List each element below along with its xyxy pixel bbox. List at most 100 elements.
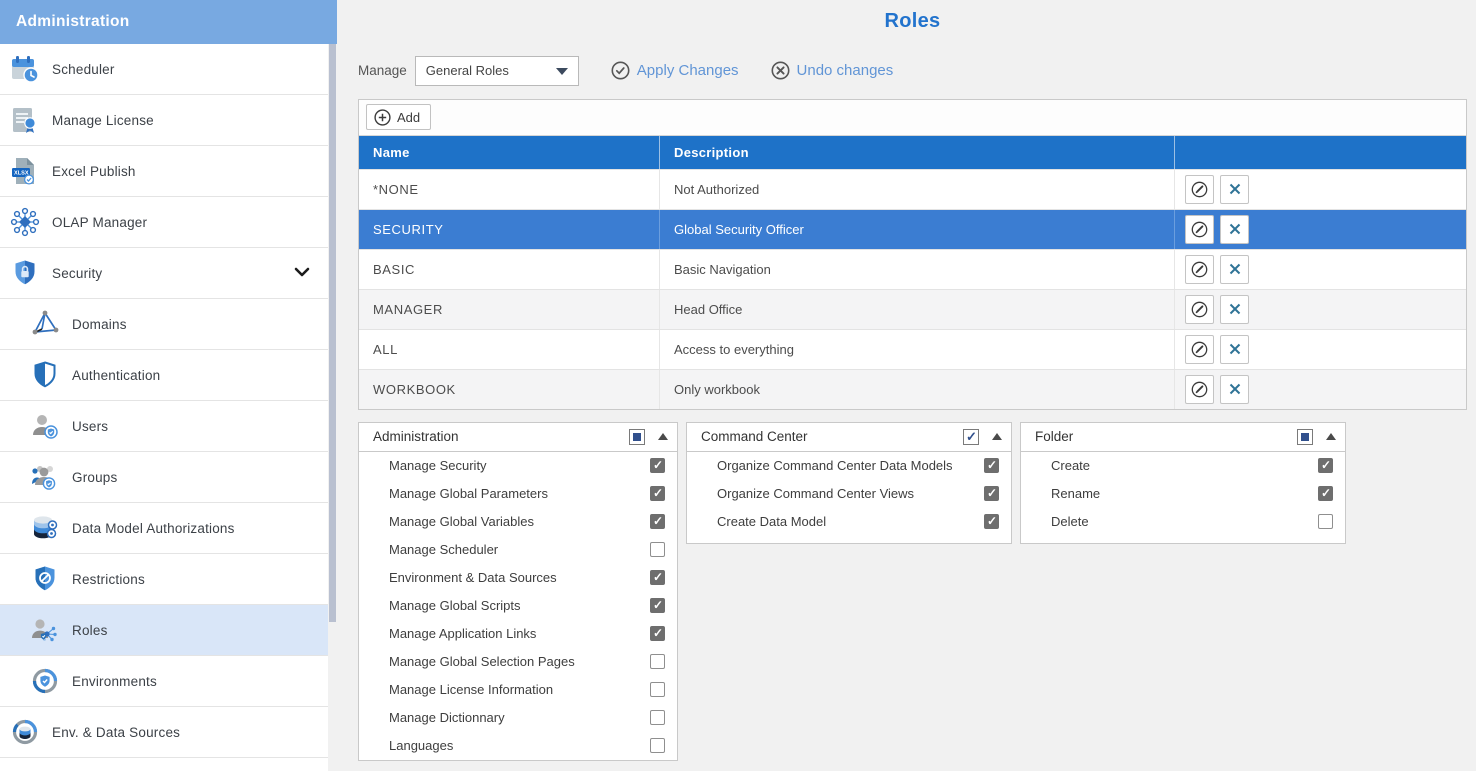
edit-role-button[interactable] [1185,215,1214,244]
checkbox[interactable] [984,514,999,529]
column-header-description[interactable]: Description [659,136,1174,169]
role-name-cell: SECURITY [359,210,659,249]
chevron-down-icon[interactable] [294,264,310,282]
edit-role-button[interactable] [1185,335,1214,364]
sidebar-item-groups[interactable]: Groups [0,452,328,503]
scheduler-icon [10,54,40,84]
sidebar-item-security[interactable]: Security [0,248,328,299]
checkbox[interactable] [1318,458,1333,473]
sidebar-item-users[interactable]: Users [0,401,328,452]
manage-roles-select[interactable]: General Roles [415,56,579,86]
security-shield-icon [10,258,40,288]
delete-role-button[interactable] [1220,215,1249,244]
select-all-checkbox[interactable] [1297,429,1313,445]
role-description-cell: Not Authorized [659,170,1174,209]
checkbox[interactable] [650,542,665,557]
edit-role-button[interactable] [1185,375,1214,404]
x-icon [1228,342,1242,356]
sidebar-item-olap-manager[interactable]: OLAP Manager [0,197,328,248]
checkbox[interactable] [650,514,665,529]
apply-changes-button[interactable]: Apply Changes [611,61,739,80]
undo-changes-label: Undo changes [797,62,894,79]
row-actions [1174,250,1466,289]
edit-role-button[interactable] [1185,255,1214,284]
checkbox[interactable] [650,598,665,613]
select-all-checkbox[interactable] [629,429,645,445]
checkbox[interactable] [650,682,665,697]
pencil-circle-icon [1191,261,1208,278]
sidebar-item-restrictions[interactable]: Restrictions [0,554,328,605]
sidebar-items: Scheduler Manage License XLSX Excel Publ… [0,44,328,771]
sidebar-item-label: Excel Publish [52,164,136,179]
select-all-checkbox[interactable] [963,429,979,445]
delete-role-button[interactable] [1220,335,1249,364]
collapse-icon[interactable] [1326,433,1336,440]
delete-role-button[interactable] [1220,295,1249,324]
add-button[interactable]: Add [366,104,431,130]
checkbox[interactable] [984,458,999,473]
panel-header: Administration [359,423,677,452]
row-actions [1174,290,1466,329]
add-button-label: Add [397,110,420,125]
sidebar-item-domains[interactable]: Domains [0,299,328,350]
edit-role-button[interactable] [1185,295,1214,324]
table-row[interactable]: BASIC Basic Navigation [359,249,1466,289]
checkbox[interactable] [650,486,665,501]
checkbox[interactable] [650,654,665,669]
checkbox[interactable] [650,710,665,725]
checkbox[interactable] [650,738,665,753]
role-name-cell: WORKBOOK [359,370,659,409]
sidebar-item-environments[interactable]: Environments [0,656,328,707]
checkbox[interactable] [1318,486,1333,501]
groups-icon [30,462,60,492]
x-icon [1228,222,1242,236]
main-content: Roles Manage General Roles Apply Changes… [337,0,1476,771]
table-row[interactable]: ALL Access to everything [359,329,1466,369]
undo-changes-button[interactable]: Undo changes [771,61,894,80]
table-row[interactable]: MANAGER Head Office [359,289,1466,329]
edit-role-button[interactable] [1185,175,1214,204]
permission-item: Create [1021,452,1345,480]
permission-item: Rename [1021,480,1345,508]
checkbox[interactable] [650,570,665,585]
sidebar-scrollbar[interactable] [328,44,337,771]
collapse-icon[interactable] [992,433,1002,440]
sidebar-item-manage-license[interactable]: Manage License [0,95,328,146]
delete-role-button[interactable] [1220,175,1249,204]
sidebar-item-data-model-authorizations[interactable]: Data Model Authorizations [0,503,328,554]
checkbox[interactable] [650,626,665,641]
permission-item: Create Data Model [687,508,1011,536]
permission-item: Manage Global Selection Pages [359,648,677,676]
panel-title: Command Center [701,429,963,444]
checkbox[interactable] [984,486,999,501]
panel-header: Command Center [687,423,1011,452]
table-row-selected[interactable]: SECURITY Global Security Officer [359,209,1466,249]
role-name-cell: ALL [359,330,659,369]
manage-label: Manage [358,63,407,78]
column-header-name[interactable]: Name [359,136,659,169]
table-row[interactable]: *NONE Not Authorized [359,169,1466,209]
sidebar-item-excel-publish[interactable]: XLSX Excel Publish [0,146,328,197]
permission-item: Languages [359,732,677,760]
permission-item: Manage Dictionnary [359,704,677,732]
sidebar-item-scheduler[interactable]: Scheduler [0,44,328,95]
checkbox[interactable] [1318,514,1333,529]
authentication-icon [30,360,60,390]
table-row[interactable]: WORKBOOK Only workbook [359,369,1466,409]
sidebar-item-authentication[interactable]: Authentication [0,350,328,401]
row-actions [1174,210,1466,249]
sidebar-item-roles[interactable]: Roles [0,605,328,656]
delete-role-button[interactable] [1220,375,1249,404]
table-header-row: Name Description [359,136,1466,169]
role-description-cell: Only workbook [659,370,1174,409]
sidebar-item-env-data-sources[interactable]: Env. & Data Sources [0,707,328,758]
permission-item: Manage Global Variables [359,508,677,536]
sidebar-scrollbar-thumb[interactable] [329,44,336,622]
sidebar: Administration Scheduler Manage License … [0,0,337,771]
panel-administration: Administration Manage Security Manage Gl… [358,422,678,761]
sidebar-header: Administration [0,0,337,44]
collapse-icon[interactable] [658,433,668,440]
delete-role-button[interactable] [1220,255,1249,284]
checkbox[interactable] [650,458,665,473]
page-title: Roles [358,10,1467,33]
